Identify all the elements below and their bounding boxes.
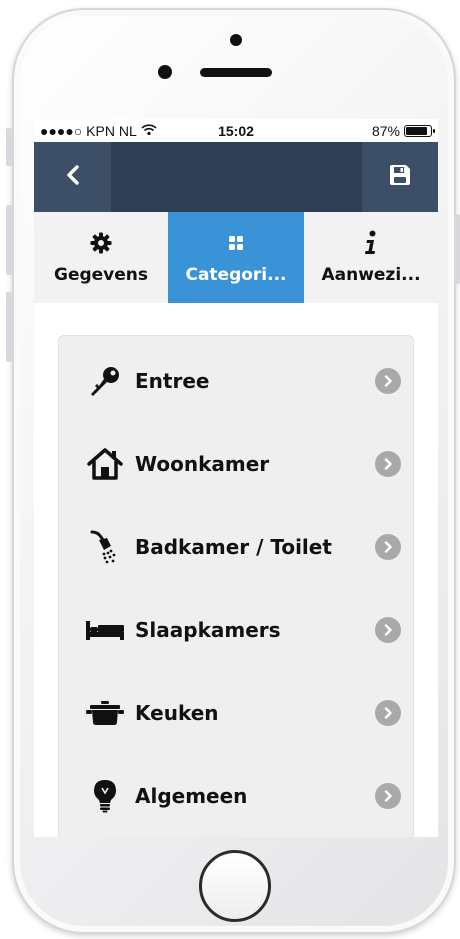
wifi-icon bbox=[141, 123, 157, 139]
content-area: Entree Woonkamer Badkamer / Toilet Slaap… bbox=[34, 303, 438, 837]
tab-aanwezigheid[interactable]: Aanwezi... bbox=[304, 212, 438, 303]
earpiece-speaker bbox=[200, 68, 272, 77]
list-item-label: Algemeen bbox=[135, 783, 248, 808]
tab-label: Aanwezi... bbox=[321, 264, 421, 285]
grid-icon bbox=[228, 231, 244, 255]
chevron-right-icon bbox=[375, 782, 401, 809]
tab-label: Gegevens bbox=[53, 264, 148, 285]
list-item-badkamer-toilet[interactable]: Badkamer / Toilet bbox=[59, 505, 415, 588]
list-item-keuken[interactable]: Keuken bbox=[59, 671, 415, 754]
home-button[interactable] bbox=[199, 850, 271, 922]
chevron-right-icon bbox=[375, 616, 401, 643]
list-item-algemeen[interactable]: Algemeen bbox=[59, 754, 415, 837]
info-icon bbox=[364, 230, 378, 255]
list-item-label: Badkamer / Toilet bbox=[135, 534, 332, 559]
volume-down-button bbox=[6, 292, 12, 362]
list-item-slaapkamers[interactable]: Slaapkamers bbox=[59, 588, 415, 671]
list-item-label: Slaapkamers bbox=[135, 617, 281, 642]
power-button bbox=[454, 214, 460, 284]
chevron-right-icon bbox=[375, 367, 401, 394]
battery-percent: 87% bbox=[371, 122, 400, 139]
chevron-right-icon bbox=[375, 533, 401, 560]
lightbulb-icon bbox=[81, 779, 129, 813]
house-icon bbox=[81, 447, 129, 481]
cooking-pot-icon bbox=[81, 700, 129, 726]
front-camera bbox=[230, 34, 242, 46]
tab-label: Categori... bbox=[185, 264, 287, 285]
proximity-sensor bbox=[158, 65, 172, 79]
tab-categorieen[interactable]: Categori... bbox=[168, 212, 304, 303]
chevron-right-icon bbox=[375, 699, 401, 726]
app-screen: ●●●●○ KPN NL 15:02 87% Gegevens Categori… bbox=[34, 119, 438, 837]
mute-switch bbox=[6, 128, 12, 166]
chevron-right-icon bbox=[375, 450, 401, 477]
shower-icon bbox=[81, 530, 129, 564]
bed-icon bbox=[81, 619, 129, 641]
navigation-bar bbox=[34, 142, 438, 212]
list-item-entree[interactable]: Entree bbox=[59, 339, 415, 422]
status-bar: ●●●●○ KPN NL 15:02 87% bbox=[34, 119, 438, 142]
list-item-woonkamer[interactable]: Woonkamer bbox=[59, 422, 415, 505]
volume-up-button bbox=[6, 205, 12, 275]
floppy-disk-icon bbox=[388, 163, 412, 191]
list-item-label: Entree bbox=[135, 368, 210, 393]
chevron-left-icon bbox=[66, 162, 80, 192]
carrier-label: ●●●●○ KPN NL bbox=[40, 122, 137, 139]
key-icon bbox=[81, 365, 129, 397]
list-item-label: Woonkamer bbox=[135, 451, 270, 476]
save-button[interactable] bbox=[362, 142, 438, 212]
battery-icon bbox=[404, 124, 435, 137]
tab-gegevens[interactable]: Gegevens bbox=[34, 212, 168, 303]
category-list: Entree Woonkamer Badkamer / Toilet Slaap… bbox=[58, 335, 414, 837]
back-button[interactable] bbox=[34, 142, 111, 212]
tab-bar: Gegevens Categori... Aanwezi... bbox=[34, 212, 438, 303]
gear-icon bbox=[90, 231, 112, 255]
list-item-label: Keuken bbox=[135, 700, 219, 725]
